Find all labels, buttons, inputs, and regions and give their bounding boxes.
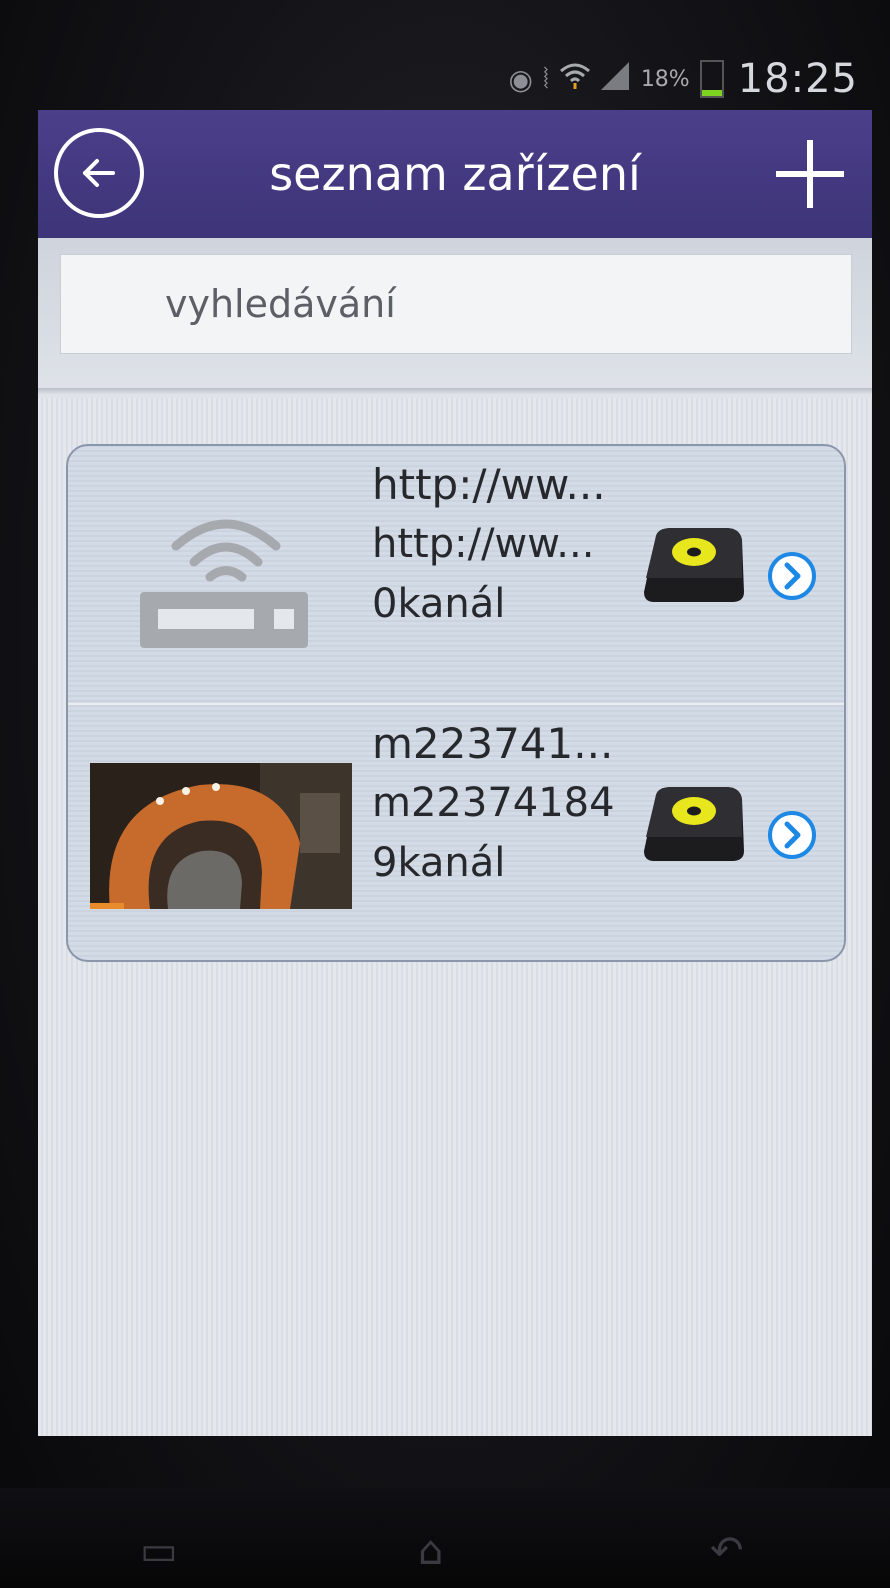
device-details-button[interactable]: [766, 809, 818, 861]
home-key-icon[interactable]: ⌂: [418, 1528, 443, 1574]
device-info: m223741... m22374184 9kanál: [372, 715, 662, 893]
battery-icon: [699, 60, 724, 98]
device-row[interactable]: http://ww... http://ww... 0kanál: [68, 446, 844, 703]
camera-preview-thumbnail: [90, 763, 352, 909]
device-name: http://ww...: [372, 460, 606, 509]
add-device-button[interactable]: [770, 134, 850, 214]
page-title: seznam zařízení: [269, 147, 641, 201]
chevron-right-circle-icon: [768, 552, 816, 600]
search-bar: vyhledávání: [38, 238, 872, 398]
device-address: m22374184: [372, 780, 615, 826]
chevron-right-circle-icon: [768, 811, 816, 859]
wifi-icon: [559, 61, 591, 98]
hardware-nav-bar: ▭ ⌂ ↶: [0, 1488, 890, 1588]
vibrate-icon: ⦚: [542, 62, 549, 95]
plus-icon: [776, 140, 844, 208]
back-key-icon[interactable]: ↶: [710, 1528, 744, 1574]
divider: [38, 388, 872, 394]
status-bar: ◉ ⦚ 18% 18:25: [38, 48, 872, 110]
search-input[interactable]: vyhledávání: [60, 254, 852, 354]
device-name: m223741...: [372, 719, 614, 768]
title-bar: seznam zařízení: [38, 110, 872, 238]
dvr-device-icon: [642, 785, 746, 865]
device-channels: 0kanál: [372, 581, 506, 627]
arrow-left-icon: [83, 159, 115, 187]
device-channels: 9kanál: [372, 840, 506, 886]
battery-percent: 18%: [640, 66, 690, 92]
device-row[interactable]: m223741... m22374184 9kanál: [68, 703, 844, 960]
device-list: http://ww... http://ww... 0kanál m223741…: [66, 444, 846, 962]
back-button[interactable]: [54, 128, 144, 218]
device-info: http://ww... http://ww... 0kanál: [372, 456, 662, 634]
signal-icon: [600, 61, 631, 97]
clock: 18:25: [737, 56, 858, 102]
router-icon: [88, 502, 350, 652]
app-screen: seznam zařízení vyhledávání http://ww...…: [38, 110, 872, 1436]
dvr-device-icon: [642, 526, 746, 606]
eye-icon: ◉: [508, 62, 533, 96]
device-address: http://ww...: [372, 521, 595, 567]
device-details-button[interactable]: [766, 550, 818, 602]
menu-key-icon[interactable]: ▭: [140, 1528, 178, 1574]
